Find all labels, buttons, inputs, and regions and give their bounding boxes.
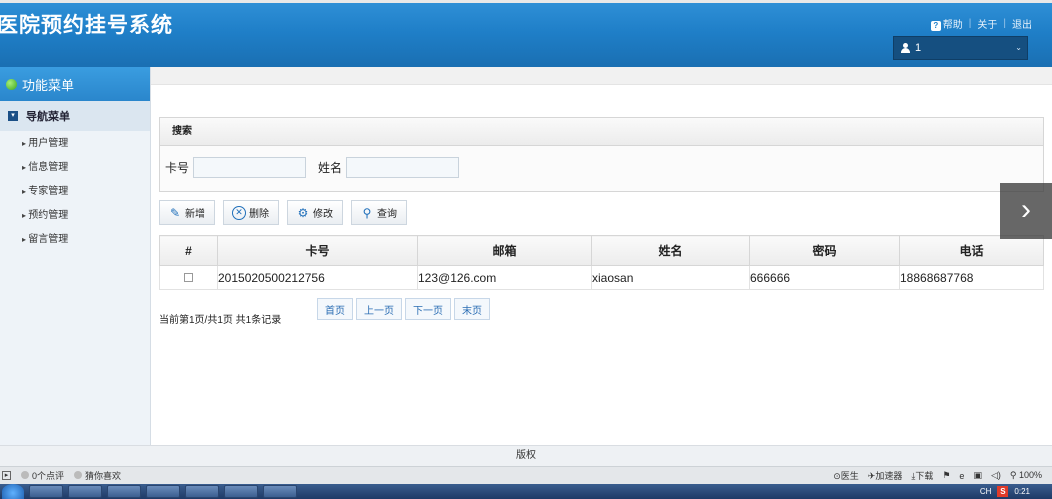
- data-table: # 卡号 邮箱 姓名 密码 电话 2015020500212756 123@12…: [159, 235, 1044, 290]
- zoom-control[interactable]: ⚲ 100%: [1010, 470, 1042, 481]
- name-input[interactable]: [346, 156, 460, 178]
- download-link[interactable]: ⤓下载: [911, 469, 933, 482]
- taskbar-app-7[interactable]: [263, 485, 297, 498]
- row-checkbox[interactable]: [184, 272, 193, 282]
- chevron-right-icon[interactable]: ›: [1000, 183, 1052, 239]
- comment-icon: [21, 471, 29, 479]
- user-dropdown[interactable]: 1 ⌄: [893, 36, 1028, 60]
- user-icon: [900, 43, 910, 53]
- card-number-input[interactable]: [193, 156, 307, 178]
- dot-icon: [74, 471, 83, 479]
- nav-menu-label: 导航菜单: [26, 111, 70, 123]
- header-links: ? 帮助 | 关于 | 退出: [930, 16, 1032, 31]
- taskbar-app-4[interactable]: [146, 485, 180, 498]
- system-tray: CH S 0:21: [980, 486, 1052, 497]
- col-header-name: 姓名: [591, 235, 750, 266]
- prev-page-button[interactable]: 上一页: [356, 298, 402, 320]
- search-row: 卡号 姓名: [160, 146, 1043, 188]
- cell-phone: 18868687768: [899, 265, 1044, 290]
- sidebar-item-messages[interactable]: 留言管理: [22, 231, 150, 255]
- table-row[interactable]: 2015020500212756 123@126.com xiaosan 666…: [159, 265, 1044, 290]
- taskbar-app-1[interactable]: [29, 485, 63, 498]
- main-content: 搜索 卡号 姓名 ✎ 新增 ✕ 删除 ⚙ 修改 ⚲ 查询 # 卡号 邮箱 姓名 …: [151, 67, 1052, 445]
- flag-icon[interactable]: ⚑: [942, 470, 950, 481]
- last-page-button[interactable]: 末页: [454, 298, 490, 320]
- cell-email: 123@126.com: [417, 265, 592, 290]
- clock[interactable]: 0:21: [1014, 487, 1030, 496]
- guess-like-link[interactable]: 猜你喜欢: [74, 469, 121, 482]
- pagination-info: 当前第1页/共1页 共1条记录: [159, 315, 282, 326]
- col-header-card: 卡号: [217, 235, 418, 266]
- edit-button[interactable]: ⚙ 修改: [287, 200, 343, 225]
- help-icon: ?: [930, 21, 941, 31]
- speaker-icon[interactable]: ◁): [991, 470, 1001, 481]
- sidebar-item-experts[interactable]: 专家管理: [22, 183, 150, 207]
- add-button[interactable]: ✎ 新增: [159, 200, 215, 225]
- pagination: 当前第1页/共1页 共1条记录 首页 上一页 下一页 末页: [159, 297, 559, 327]
- card-label: 卡号: [165, 160, 190, 175]
- col-header-password: 密码: [749, 235, 900, 266]
- user-value: 1: [915, 42, 922, 54]
- delete-icon: ✕: [232, 205, 246, 220]
- name-label: 姓名: [318, 160, 343, 175]
- toolbar: ✎ 新增 ✕ 删除 ⚙ 修改 ⚲ 查询: [159, 200, 407, 225]
- nav-menu-toggle[interactable]: ▾ 导航菜单: [0, 101, 150, 131]
- taskbar-app-6[interactable]: [224, 485, 258, 498]
- start-button[interactable]: [2, 484, 24, 499]
- help-link[interactable]: ? 帮助: [930, 16, 963, 31]
- chevron-down-icon: ⌄: [1015, 43, 1022, 52]
- main-top-bar: [151, 67, 1052, 85]
- sidebar-item-info[interactable]: 信息管理: [22, 159, 150, 183]
- function-menu-label: 功能菜单: [22, 77, 75, 93]
- green-dot-icon: [6, 78, 17, 90]
- search-title: 搜索: [160, 118, 1043, 146]
- input-language[interactable]: CH: [980, 487, 992, 496]
- sidebar-item-users[interactable]: 用户管理: [22, 135, 150, 159]
- os-taskbar: CH S 0:21: [0, 484, 1052, 499]
- table-header-row: # 卡号 邮箱 姓名 密码 电话: [159, 235, 1044, 266]
- expand-icon[interactable]: ▸: [2, 471, 11, 480]
- taskbar-app-5[interactable]: [185, 485, 219, 498]
- cell-name: xiaosan: [591, 265, 750, 290]
- taskbar-app-2[interactable]: [68, 485, 102, 498]
- sidebar: 功能菜单 ▾ 导航菜单 用户管理 信息管理 专家管理 预约管理 留言管理: [0, 67, 151, 445]
- pagination-buttons: 首页 上一页 下一页 末页: [317, 298, 490, 320]
- about-link[interactable]: 关于: [977, 16, 997, 31]
- app-header: 医院预约挂号系统 ? 帮助 | 关于 | 退出 1 ⌄: [0, 3, 1052, 67]
- delete-button[interactable]: ✕ 删除: [223, 200, 279, 225]
- query-button[interactable]: ⚲ 查询: [351, 200, 407, 225]
- doctor-link[interactable]: ⊙医生: [833, 469, 859, 482]
- first-page-button[interactable]: 首页: [317, 298, 353, 320]
- search-panel: 搜索 卡号 姓名: [159, 117, 1044, 192]
- status-left: ▸ 0个点评 猜你喜欢: [0, 469, 121, 482]
- divider: |: [1003, 18, 1006, 29]
- divider: |: [968, 18, 972, 29]
- next-page-button[interactable]: 下一页: [405, 298, 451, 320]
- accelerator-link[interactable]: ✈加速器: [868, 469, 903, 482]
- window-icon[interactable]: ▣: [973, 470, 982, 481]
- cell-card: 2015020500212756: [217, 265, 418, 290]
- col-header-email: 邮箱: [417, 235, 592, 266]
- search-icon: ⚲: [362, 205, 372, 220]
- row-checkbox-cell: [159, 265, 218, 290]
- app-title: 医院预约挂号系统: [0, 13, 173, 37]
- nav-list: 用户管理 信息管理 专家管理 预约管理 留言管理: [0, 131, 150, 255]
- browser-status-bar: ▸ 0个点评 猜你喜欢 ⊙医生 ✈加速器 ⤓下载 ⚑ e ▣ ◁) ⚲ 100%: [0, 466, 1052, 484]
- logout-link[interactable]: 退出: [1012, 16, 1032, 31]
- sidebar-item-appointments[interactable]: 预约管理: [22, 207, 150, 231]
- status-right: ⊙医生 ✈加速器 ⤓下载 ⚑ e ▣ ◁) ⚲ 100%: [833, 469, 1052, 482]
- taskbar-app-3[interactable]: [107, 485, 141, 498]
- collapse-icon: ▾: [8, 111, 18, 121]
- ie-icon[interactable]: e: [959, 471, 964, 481]
- footer: 版权: [0, 445, 1052, 466]
- function-menu-header: 功能菜单: [0, 67, 150, 101]
- col-header-phone: 电话: [899, 235, 1044, 266]
- comments-link[interactable]: 0个点评: [21, 469, 64, 482]
- sogou-icon[interactable]: S: [997, 486, 1009, 497]
- col-header-index: #: [159, 235, 218, 266]
- pencil-icon: ✎: [169, 205, 181, 220]
- gear-icon: ⚙: [297, 205, 309, 220]
- cell-password: 666666: [749, 265, 900, 290]
